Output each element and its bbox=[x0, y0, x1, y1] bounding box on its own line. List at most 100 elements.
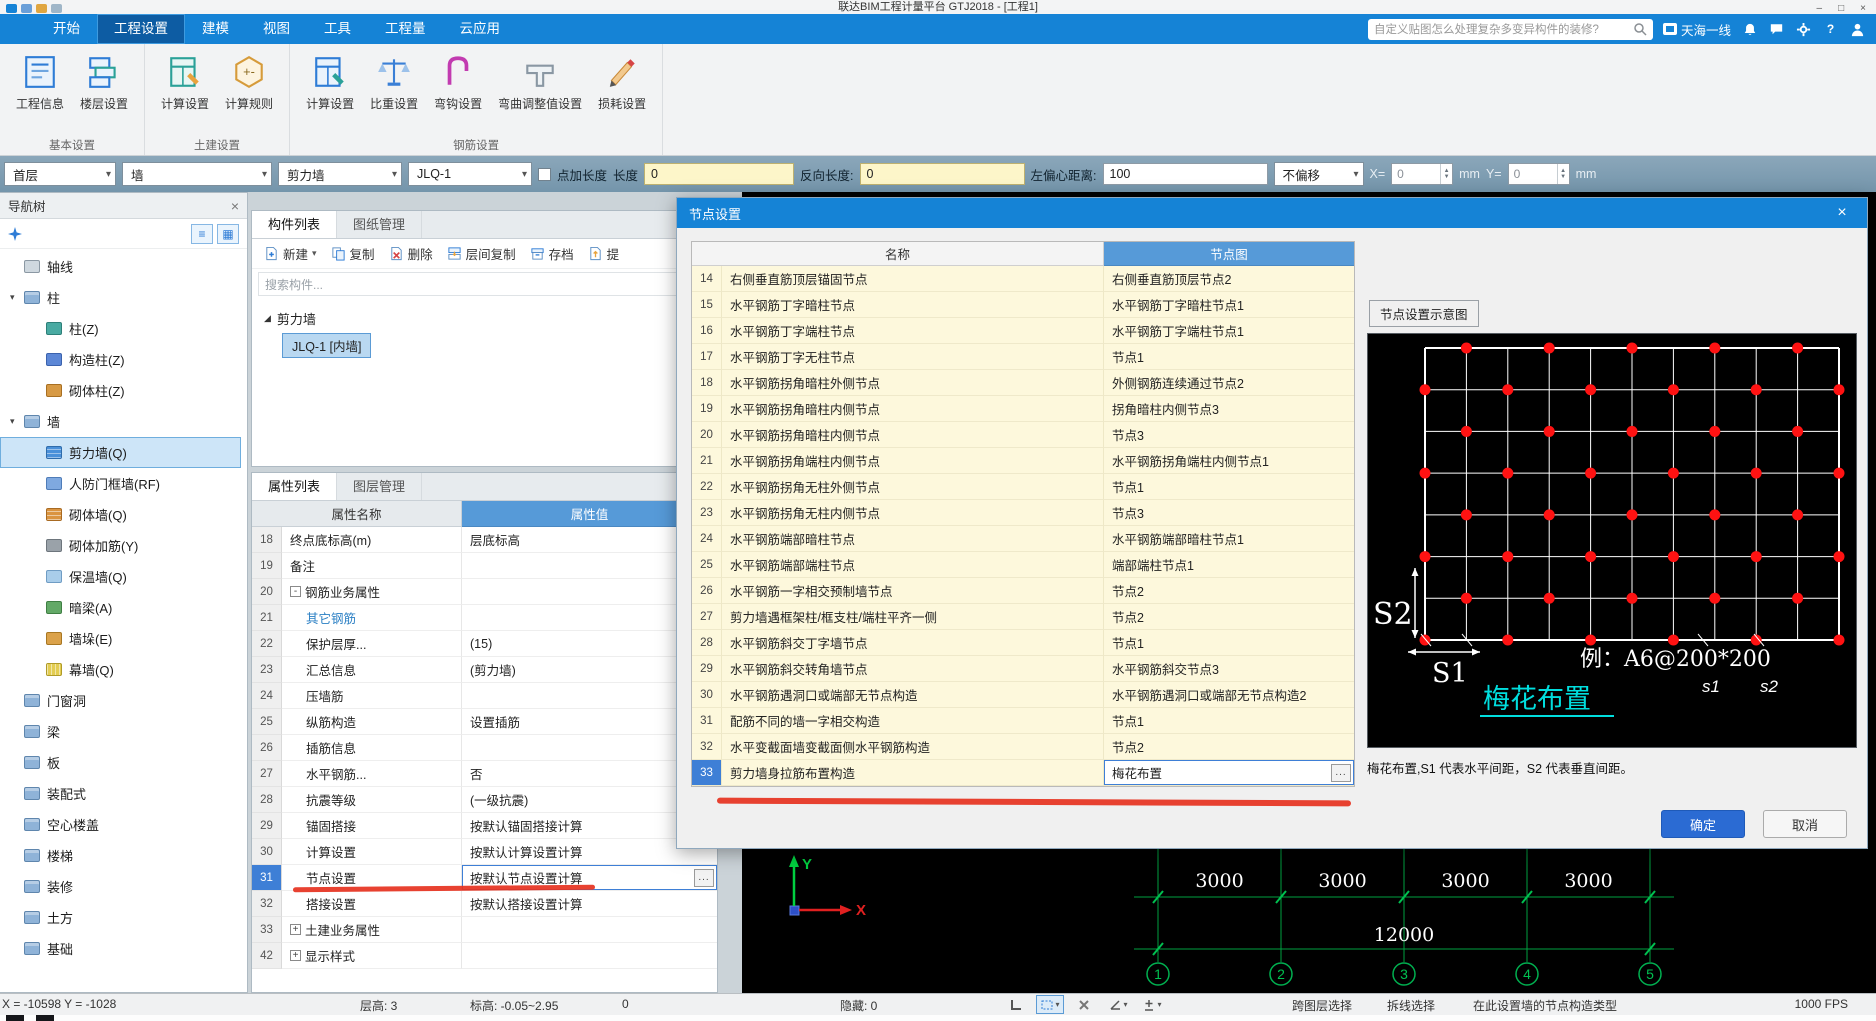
type-select[interactable]: 剪力墙 ▾ bbox=[278, 162, 402, 186]
interlayer-copy-button[interactable]: 层间复制 bbox=[441, 241, 522, 266]
component-item[interactable]: JLQ-1 [内墙] bbox=[282, 333, 372, 358]
close-icon[interactable]: × bbox=[231, 198, 239, 214]
stepper-arrows-icon[interactable]: ▲ ▼ bbox=[1556, 164, 1569, 184]
ribbon-tab[interactable]: 建模 bbox=[185, 14, 246, 44]
node-setting-row[interactable]: 21 水平钢筋拐角端柱内侧节点 水平钢筋拐角端柱内侧节点1 bbox=[692, 448, 1354, 474]
node-setting-row[interactable]: 26 水平钢筋一字相交预制墙节点 节点2 bbox=[692, 578, 1354, 604]
nav-item[interactable]: 土方 bbox=[0, 902, 241, 933]
ribbon-tab[interactable]: 开始 bbox=[36, 14, 97, 44]
message-icon[interactable] bbox=[1768, 21, 1785, 38]
property-row[interactable]: 18 终点底标高(m) 层底标高 bbox=[252, 527, 717, 553]
angle-snap-button[interactable]: ▾ bbox=[1104, 995, 1132, 1014]
node-diagram-value[interactable]: 水平钢筋拐角端柱内侧节点1 bbox=[1104, 448, 1354, 474]
node-setting-row[interactable]: 29 水平钢筋斜交转角墙节点 水平钢筋斜交节点3 bbox=[692, 656, 1354, 682]
nav-item[interactable]: 保温墙(Q) bbox=[0, 561, 241, 592]
expander[interactable]: + bbox=[290, 950, 301, 961]
y-coordinate-stepper[interactable]: 0 ▲ ▼ bbox=[1507, 163, 1570, 185]
node-diagram-value[interactable]: 端部端柱节点1 bbox=[1104, 552, 1354, 578]
property-row[interactable]: 20 - 钢筋业务属性 bbox=[252, 579, 717, 605]
tab-layer-manage[interactable]: 图层管理 bbox=[337, 473, 423, 500]
floor-settings-button[interactable]: 楼层设置 bbox=[74, 50, 134, 116]
hook-settings-button[interactable]: 弯钩设置 bbox=[428, 50, 488, 116]
nav-item[interactable]: 砌体墙(Q) bbox=[0, 499, 241, 530]
civil-calc-settings-button[interactable]: 计算设置 bbox=[155, 50, 215, 116]
x-coordinate-stepper[interactable]: 0 ▲ ▼ bbox=[1391, 163, 1454, 185]
node-diagram-value[interactable]: 节点1 bbox=[1104, 708, 1354, 734]
expander[interactable]: - bbox=[290, 586, 301, 597]
node-diagram-value[interactable]: 外侧钢筋连续通过节点2 bbox=[1104, 370, 1354, 396]
node-diagram-value[interactable]: 梅花布置 ... bbox=[1104, 760, 1354, 786]
dialog-titlebar[interactable]: 节点设置 × bbox=[677, 198, 1867, 228]
node-setting-row[interactable]: 14 右侧垂直筋顶层锚固节点 右侧垂直筋顶层节点2 bbox=[692, 266, 1354, 292]
nav-item[interactable]: 空心楼盖 bbox=[0, 809, 241, 840]
node-diagram-value[interactable]: 节点1 bbox=[1104, 630, 1354, 656]
node-diagram-value[interactable]: 水平钢筋斜交节点3 bbox=[1104, 656, 1354, 682]
node-diagram-value[interactable]: 节点2 bbox=[1104, 578, 1354, 604]
nav-item[interactable]: 门窗洞 bbox=[0, 685, 241, 716]
node-diagram-value[interactable]: 节点2 bbox=[1104, 734, 1354, 760]
property-row[interactable]: 26 插筋信息 bbox=[252, 735, 717, 761]
nav-item[interactable]: 楼梯 bbox=[0, 840, 241, 871]
nav-item[interactable]: 基础 bbox=[0, 933, 241, 964]
minimize-button[interactable]: – bbox=[1817, 3, 1823, 14]
rebar-calc-settings-button[interactable]: 计算设置 bbox=[300, 50, 360, 116]
ribbon-tab[interactable]: 工具 bbox=[307, 14, 368, 44]
node-setting-row[interactable]: 17 水平钢筋丁字无柱节点 节点1 bbox=[692, 344, 1354, 370]
node-setting-row[interactable]: 33 剪力墙身拉筋布置构造 梅花布置 ... bbox=[692, 760, 1354, 786]
node-setting-row[interactable]: 23 水平钢筋拐角无柱内侧节点 节点3 bbox=[692, 500, 1354, 526]
node-diagram-value[interactable]: 水平钢筋丁字暗柱节点1 bbox=[1104, 292, 1354, 318]
more-button[interactable]: ... bbox=[694, 868, 714, 887]
property-row[interactable]: 27 水平钢筋... 否 bbox=[252, 761, 717, 787]
ribbon-tab[interactable]: 云应用 bbox=[443, 14, 518, 44]
bend-adjust-settings-button[interactable]: 弯曲调整值设置 bbox=[492, 50, 588, 116]
cross-layer-select-button[interactable]: 跨图层选择 bbox=[1292, 997, 1352, 1014]
node-setting-row[interactable]: 25 水平钢筋端部端柱节点 端部端柱节点1 bbox=[692, 552, 1354, 578]
calc-rules-button[interactable]: +- 计算规则 bbox=[219, 50, 279, 116]
node-setting-row[interactable]: 18 水平钢筋拐角暗柱外侧节点 外侧钢筋连续通过节点2 bbox=[692, 370, 1354, 396]
property-row[interactable]: 30 计算设置 按默认计算设置计算 bbox=[252, 839, 717, 865]
node-setting-row[interactable]: 15 水平钢筋丁字暗柱节点 水平钢筋丁字暗柱节点1 bbox=[692, 292, 1354, 318]
node-diagram-value[interactable]: 节点2 bbox=[1104, 604, 1354, 630]
tab-drawing-manage[interactable]: 图纸管理 bbox=[337, 211, 423, 238]
property-row[interactable]: 33 + 土建业务属性 bbox=[252, 917, 717, 943]
node-setting-row[interactable]: 32 水平变截面墙变截面侧水平钢筋构造 节点2 bbox=[692, 734, 1354, 760]
nav-item[interactable]: 墙垛(E) bbox=[0, 623, 241, 654]
nav-item[interactable]: 构造柱(Z) bbox=[0, 344, 241, 375]
extract-button[interactable]: 提 bbox=[582, 241, 626, 266]
offset-distance-input[interactable]: 100 bbox=[1102, 163, 1268, 185]
property-row[interactable]: 23 汇总信息 (剪力墙) bbox=[252, 657, 717, 683]
node-diagram-value[interactable]: 节点1 bbox=[1104, 344, 1354, 370]
list-view-button[interactable]: ≡ bbox=[191, 223, 213, 244]
node-diagram-value[interactable]: 拐角暗柱内侧节点3 bbox=[1104, 396, 1354, 422]
node-setting-row[interactable]: 22 水平钢筋拐角无柱外侧节点 节点1 bbox=[692, 474, 1354, 500]
close-button[interactable]: × bbox=[1860, 3, 1866, 14]
node-setting-row[interactable]: 24 水平钢筋端部暗柱节点 水平钢筋端部暗柱节点1 bbox=[692, 526, 1354, 552]
help-icon[interactable]: ? bbox=[1822, 21, 1839, 38]
property-row[interactable]: 28 抗震等级 (一级抗震) bbox=[252, 787, 717, 813]
avatar-icon[interactable] bbox=[1849, 21, 1866, 38]
tab-component-list[interactable]: 构件列表 bbox=[252, 211, 338, 238]
grid-view-button[interactable]: ▦ bbox=[217, 223, 239, 244]
node-setting-row[interactable]: 31 配筋不同的墙一字相交构造 节点1 bbox=[692, 708, 1354, 734]
property-value[interactable]: 按默认搭接设置计算 bbox=[462, 891, 717, 917]
offset-mode-select[interactable]: 不偏移 ▾ bbox=[1273, 162, 1364, 186]
node-diagram-value[interactable]: 节点3 bbox=[1104, 500, 1354, 526]
nav-item[interactable]: 柱(Z) bbox=[0, 313, 241, 344]
nav-item[interactable]: 砌体柱(Z) bbox=[0, 375, 241, 406]
property-row[interactable]: 42 + 显示样式 bbox=[252, 943, 717, 969]
maximize-button[interactable]: □ bbox=[1838, 3, 1844, 14]
nav-item[interactable]: 暗梁(A) bbox=[0, 592, 241, 623]
polyline-select-button[interactable]: 拆线选择 bbox=[1387, 997, 1435, 1014]
close-icon[interactable]: × bbox=[1829, 204, 1855, 222]
property-row[interactable]: 24 压墙筋 bbox=[252, 683, 717, 709]
property-row[interactable]: 22 保护层厚... (15) bbox=[252, 631, 717, 657]
gear-icon[interactable] bbox=[1795, 21, 1812, 38]
frame-select-button[interactable]: ▾ bbox=[1036, 995, 1064, 1014]
loss-settings-button[interactable]: 损耗设置 bbox=[592, 50, 652, 116]
category-select[interactable]: 墙 ▾ bbox=[122, 162, 272, 186]
project-info-button[interactable]: 工程信息 bbox=[10, 50, 70, 116]
node-setting-row[interactable]: 30 水平钢筋遇洞口或端部无节点构造 水平钢筋遇洞口或端部无节点构造2 bbox=[692, 682, 1354, 708]
node-setting-row[interactable]: 20 水平钢筋拐角暗柱内侧节点 节点3 bbox=[692, 422, 1354, 448]
floor-select[interactable]: 首层 ▾ bbox=[4, 162, 116, 186]
length-input[interactable]: 0 bbox=[644, 163, 795, 185]
